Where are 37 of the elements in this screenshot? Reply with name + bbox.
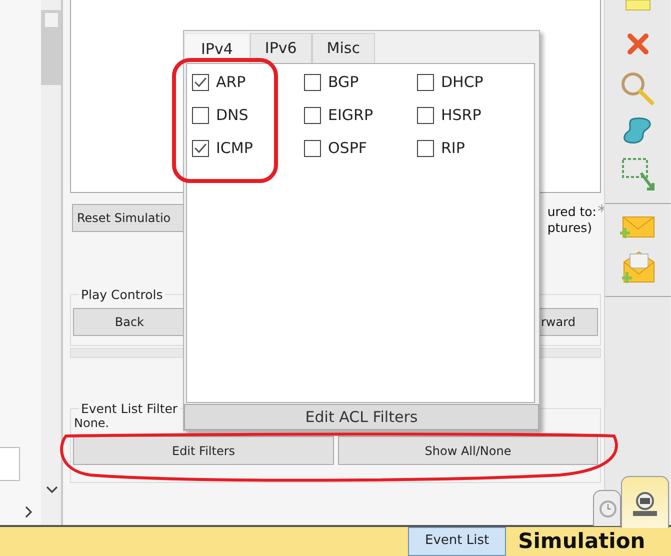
- show-all-button[interactable]: Show All/None: [338, 436, 598, 465]
- chevron-down-icon[interactable]: [46, 486, 58, 494]
- checkbox[interactable]: [192, 106, 209, 124]
- capture-note: ptures): [547, 220, 594, 236]
- checkbox[interactable]: [192, 140, 209, 156]
- edit-acl-filters-button[interactable]: Edit ACL Filters: [184, 404, 539, 430]
- checkbox-label: BGP: [328, 72, 359, 93]
- checkbox-label: ARP: [216, 72, 246, 93]
- delete-icon[interactable]: [626, 32, 650, 56]
- capture-note: ured to:: [547, 204, 596, 220]
- checkbox-label: RIP: [441, 138, 465, 159]
- checkbox-label: OSPF: [328, 138, 368, 159]
- mode-label: Simulation: [517, 528, 646, 555]
- checkbox-label: ICMP: [216, 138, 253, 159]
- checkbox-label: EIGRP: [328, 105, 373, 126]
- checkbox[interactable]: [417, 106, 434, 124]
- edit-filters-button[interactable]: Edit Filters: [73, 436, 334, 465]
- checkbox[interactable]: [304, 74, 321, 90]
- checkbox-label: HSRP: [441, 105, 482, 126]
- side-field[interactable]: [0, 447, 20, 481]
- protocol-tab[interactable]: IPv6: [250, 33, 312, 63]
- chevron-right-icon[interactable]: [25, 506, 33, 518]
- checkbox[interactable]: [192, 74, 209, 90]
- select-region-icon[interactable]: [620, 157, 654, 191]
- clock-icon: [599, 500, 617, 518]
- simulation-tab[interactable]: [621, 476, 669, 528]
- shape-icon[interactable]: [622, 117, 652, 145]
- scrollbar-thumb[interactable]: [41, 10, 61, 85]
- checkbox[interactable]: [304, 140, 321, 156]
- checkbox-label: DHCP: [441, 72, 484, 93]
- checkbox[interactable]: [417, 140, 434, 156]
- checkbox-label: DNS: [216, 105, 248, 126]
- filter-status: None.: [74, 417, 110, 430]
- checkbox[interactable]: [304, 106, 321, 124]
- event-list-tab[interactable]: Event List: [408, 527, 506, 556]
- protocol-tab[interactable]: Misc: [312, 33, 375, 63]
- checkbox[interactable]: [417, 74, 434, 90]
